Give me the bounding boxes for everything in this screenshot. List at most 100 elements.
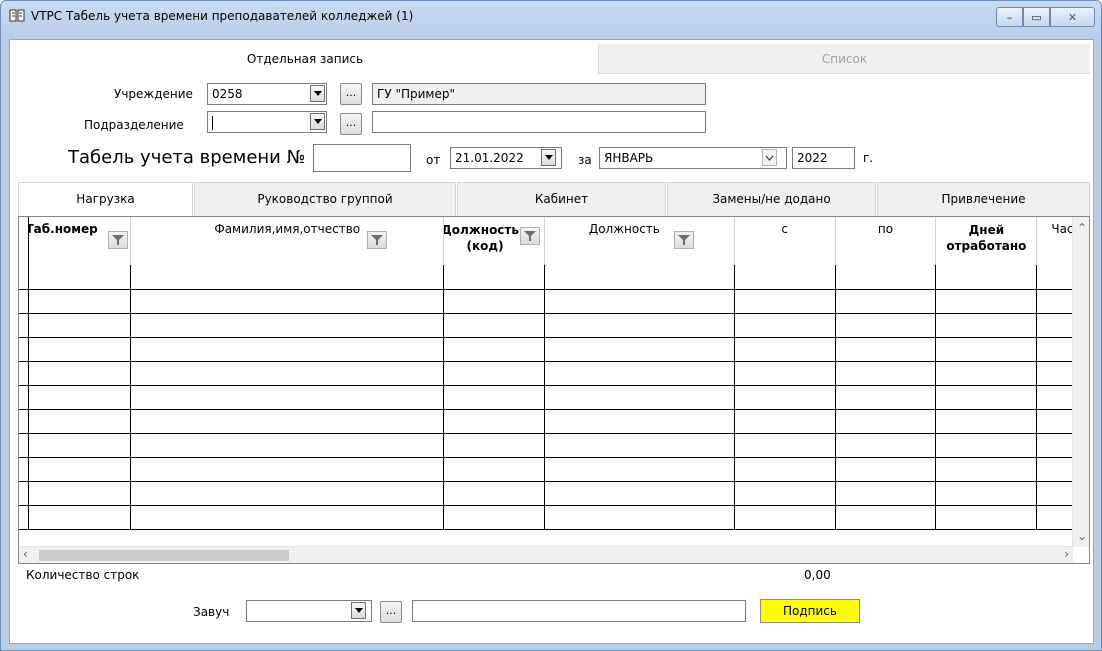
table-row[interactable] (19, 265, 1089, 290)
filter-icon[interactable] (673, 231, 694, 249)
grid-cell[interactable] (544, 481, 735, 506)
filter-icon[interactable] (520, 227, 540, 245)
table-row[interactable] (19, 505, 1089, 530)
grid-cell[interactable] (28, 481, 132, 506)
grid-cell[interactable] (835, 481, 937, 506)
grid-cell[interactable] (734, 433, 836, 458)
month-combo[interactable]: ЯНВАРЬ (599, 147, 787, 169)
row-indicator-cell[interactable] (19, 289, 30, 314)
grid-cell[interactable] (935, 385, 1038, 410)
column-full-name[interactable]: Фамилия,имя,отчество (130, 217, 445, 265)
table-row[interactable] (19, 313, 1089, 338)
grid-cell[interactable] (130, 385, 445, 410)
date-dropdown-arrow[interactable] (541, 149, 556, 166)
grid-cell[interactable] (935, 481, 1038, 506)
tab-involvement[interactable]: Привлечение (877, 182, 1090, 216)
grid-cell[interactable] (28, 289, 132, 314)
grid-cell[interactable] (835, 289, 937, 314)
column-from[interactable]: с (734, 217, 836, 265)
title-bar[interactable]: VTPC Табель учета времени преподавателей… (1, 1, 1101, 31)
grid-cell[interactable] (835, 505, 937, 530)
grid-cell[interactable] (130, 361, 445, 386)
grid-cell[interactable] (734, 409, 836, 434)
column-tab-number[interactable]: Таб.номер (28, 217, 132, 265)
institution-lookup-button[interactable]: ... (340, 83, 362, 105)
grid-cell[interactable] (935, 337, 1038, 362)
month-dropdown-arrow[interactable] (762, 149, 777, 166)
data-grid[interactable]: Таб.номер Фамилия,имя,отчество Должность… (18, 216, 1090, 564)
grid-cell[interactable] (130, 313, 445, 338)
deputy-dropdown-arrow[interactable] (351, 602, 366, 619)
grid-cell[interactable] (935, 457, 1038, 482)
tab-cabinet[interactable]: Кабинет (457, 182, 666, 216)
grid-cell[interactable] (130, 337, 445, 362)
grid-cell[interactable] (443, 433, 545, 458)
horizontal-scroll-thumb[interactable] (39, 550, 289, 561)
grid-cell[interactable] (734, 385, 836, 410)
grid-cell[interactable] (835, 409, 937, 434)
table-row[interactable] (19, 289, 1089, 314)
row-indicator-cell[interactable] (19, 337, 30, 362)
grid-cell[interactable] (835, 433, 937, 458)
subdivision-lookup-button[interactable]: ... (340, 113, 362, 135)
grid-cell[interactable] (130, 265, 445, 290)
table-row[interactable] (19, 481, 1089, 506)
filter-icon[interactable] (108, 231, 129, 249)
grid-cell[interactable] (935, 313, 1038, 338)
grid-cell[interactable] (443, 385, 545, 410)
grid-cell[interactable] (935, 361, 1038, 386)
grid-cell[interactable] (130, 289, 445, 314)
grid-cell[interactable] (28, 457, 132, 482)
row-indicator-cell[interactable] (19, 313, 30, 338)
grid-cell[interactable] (28, 265, 132, 290)
column-to[interactable]: по (835, 217, 937, 265)
table-row[interactable] (19, 385, 1089, 410)
grid-cell[interactable] (28, 409, 132, 434)
year-input[interactable]: 2022 (792, 147, 855, 169)
grid-cell[interactable] (835, 265, 937, 290)
grid-cell[interactable] (130, 505, 445, 530)
grid-cell[interactable] (28, 361, 132, 386)
tab-single-record[interactable]: Отдельная запись (12, 44, 598, 74)
grid-cell[interactable] (734, 289, 836, 314)
grid-cell[interactable] (28, 385, 132, 410)
subdivision-dropdown-arrow[interactable] (310, 113, 325, 130)
grid-cell[interactable] (935, 289, 1038, 314)
grid-cell[interactable] (544, 361, 735, 386)
grid-cell[interactable] (544, 433, 735, 458)
row-indicator-cell[interactable] (19, 409, 30, 434)
grid-cell[interactable] (835, 337, 937, 362)
scroll-up-icon[interactable]: ⌃ (1077, 221, 1087, 235)
grid-cell[interactable] (443, 481, 545, 506)
row-indicator-cell[interactable] (19, 433, 30, 458)
row-indicator-cell[interactable] (19, 265, 30, 290)
scroll-right-icon[interactable]: › (1064, 547, 1069, 561)
grid-cell[interactable] (443, 457, 545, 482)
sign-button[interactable]: Подпись (760, 599, 860, 623)
table-row[interactable] (19, 361, 1089, 386)
grid-cell[interactable] (835, 313, 937, 338)
horizontal-scrollbar[interactable]: ‹ › (19, 546, 1073, 563)
grid-cell[interactable] (443, 361, 545, 386)
row-indicator-cell[interactable] (19, 505, 30, 530)
grid-cell[interactable] (734, 265, 836, 290)
grid-cell[interactable] (544, 457, 735, 482)
grid-cell[interactable] (130, 481, 445, 506)
grid-cell[interactable] (734, 505, 836, 530)
scroll-left-icon[interactable]: ‹ (23, 547, 28, 561)
grid-cell[interactable] (544, 409, 735, 434)
grid-cell[interactable] (734, 361, 836, 386)
grid-cell[interactable] (28, 505, 132, 530)
close-button[interactable]: ✕ (1050, 7, 1095, 27)
institution-dropdown-arrow[interactable] (310, 85, 325, 102)
deputy-lookup-button[interactable]: ... (380, 601, 402, 623)
tab-group-leadership[interactable]: Руководство группой (194, 182, 456, 216)
grid-cell[interactable] (935, 433, 1038, 458)
grid-cell[interactable] (544, 385, 735, 410)
minimize-button[interactable]: – (996, 7, 1023, 27)
row-indicator-cell[interactable] (19, 457, 30, 482)
grid-cell[interactable] (443, 409, 545, 434)
grid-cell[interactable] (935, 265, 1038, 290)
institution-code-combo[interactable]: 0258 (207, 83, 327, 105)
grid-cell[interactable] (835, 361, 937, 386)
